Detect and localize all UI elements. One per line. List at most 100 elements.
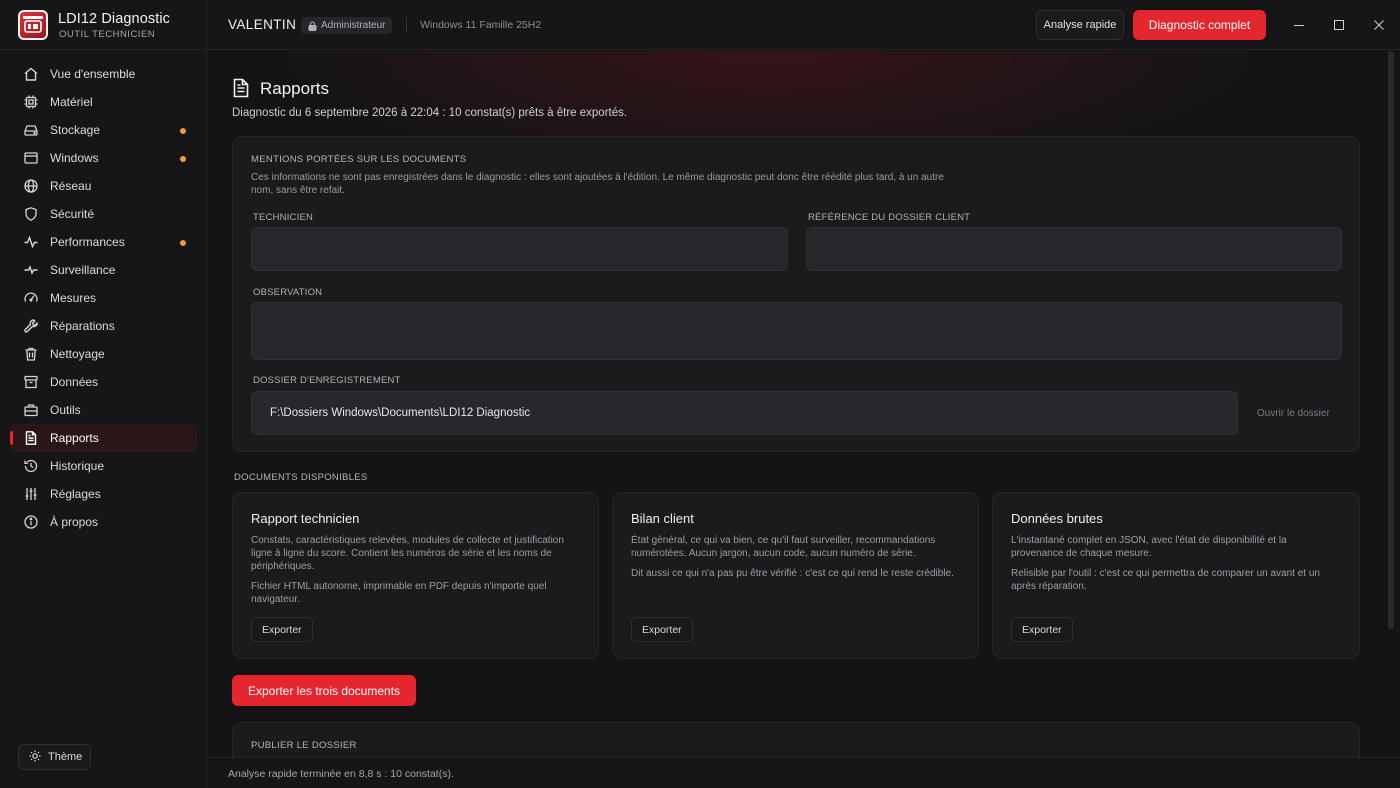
help-text-line: Ces informations ne sont pas enregistrée… — [251, 172, 944, 183]
topbar: VALENTIN Administrateur Windows 11 Famil… — [208, 0, 1400, 50]
sidebar-item-windows[interactable]: Windows — [10, 144, 197, 172]
shield-icon — [22, 205, 40, 223]
role-badge: Administrateur — [301, 17, 393, 37]
theme-label: Thème — [48, 751, 83, 763]
export-raw-data-button[interactable]: Exporter — [1011, 617, 1073, 642]
sliders-icon — [22, 485, 40, 503]
user-name: VALENTIN — [228, 17, 297, 32]
sidebar-item-outils[interactable]: Outils — [10, 396, 197, 424]
sidebar-item-surveillance[interactable]: Surveillance — [10, 256, 197, 284]
info-icon — [22, 513, 40, 531]
sidebar-item-mesures[interactable]: Mesures — [10, 284, 197, 312]
export-all-documents-button[interactable]: Exporter les trois documents — [232, 675, 416, 706]
trash-icon — [22, 345, 40, 363]
archive-icon — [22, 373, 40, 391]
sidebar-item-label: Mesures — [50, 291, 97, 305]
doc-title: Bilan client — [631, 511, 694, 526]
sidebar-item-rapports[interactable]: Rapports — [10, 424, 197, 452]
sidebar-item-materiel[interactable]: Matériel — [10, 88, 197, 116]
help-text-line: nom, sans être refait. — [251, 185, 345, 196]
sidebar-item-label: Outils — [50, 403, 81, 417]
doc-description: L'instantané complet en JSON, avec l'éta… — [1011, 535, 1287, 546]
sidebar-item-label: Vue d'ensemble — [50, 67, 136, 81]
chip-icon — [22, 93, 40, 111]
warning-dot — [180, 240, 186, 246]
doc-card-raw-data: Données brutes L'instantané complet en J… — [992, 492, 1360, 659]
folder-label: DOSSIER D'ENREGISTREMENT — [253, 375, 401, 386]
sidebar-item-performances[interactable]: Performances — [10, 228, 197, 256]
sidebar-item-vue-ensemble[interactable]: Vue d'ensemble — [10, 60, 197, 88]
home-icon — [22, 65, 40, 83]
client-reference-input[interactable] — [806, 227, 1342, 271]
doc-card-client-summary: Bilan client État général, ce qui va bie… — [612, 492, 979, 659]
observation-label: OBSERVATION — [253, 287, 323, 298]
sidebar-item-label: Historique — [50, 459, 105, 473]
technician-input[interactable] — [251, 227, 788, 271]
brand: LDI12 Diagnostic OUTIL TECHNICIEN — [0, 0, 207, 50]
app-logo-icon — [18, 10, 48, 40]
reference-label: RÉFÉRENCE DU DOSSIER CLIENT — [808, 212, 971, 223]
doc-title: Données brutes — [1011, 511, 1103, 526]
document-icon — [232, 78, 250, 101]
publish-card: PUBLIER LE DOSSIER — [232, 722, 1360, 757]
sidebar-item-securite[interactable]: Sécurité — [10, 200, 197, 228]
topbar-divider — [406, 17, 407, 33]
sun-icon — [29, 750, 41, 765]
close-icon[interactable] — [1370, 16, 1388, 34]
window-icon — [22, 149, 40, 167]
sidebar-item-reparations[interactable]: Réparations — [10, 312, 197, 340]
doc-description: Relisible par l'outil : c'est ce qui per… — [1011, 568, 1320, 579]
sidebar-item-reseau[interactable]: Réseau — [10, 172, 197, 200]
globe-icon — [22, 177, 40, 195]
observation-textarea[interactable] — [251, 302, 1342, 360]
document-icon — [22, 429, 40, 447]
scrollbar[interactable] — [1388, 51, 1394, 629]
sidebar-item-label: Matériel — [50, 95, 93, 109]
warning-dot — [180, 156, 186, 162]
open-folder-button[interactable]: Ouvrir le dossier — [1257, 408, 1330, 419]
documents-heading: DOCUMENTS DISPONIBLES — [234, 472, 368, 483]
publish-heading: PUBLIER LE DOSSIER — [251, 740, 357, 751]
sidebar-item-donnees[interactable]: Données — [10, 368, 197, 396]
sidebar-item-label: Windows — [50, 151, 99, 165]
doc-description: numérotées. Aucun jargon, aucun code, au… — [631, 548, 916, 559]
heartbeat-icon — [22, 261, 40, 279]
save-folder-input[interactable]: F:\Dossiers Windows\Documents\LDI12 Diag… — [251, 391, 1238, 435]
doc-title: Rapport technicien — [251, 511, 360, 526]
sidebar-item-reglages[interactable]: Réglages — [10, 480, 197, 508]
sidebar-item-label: Réparations — [50, 319, 115, 333]
sidebar-item-a-propos[interactable]: À propos — [10, 508, 197, 536]
page-title: Rapports — [260, 79, 329, 98]
doc-description: périphériques. — [251, 561, 315, 572]
sidebar-item-historique[interactable]: Historique — [10, 452, 197, 480]
sidebar-item-label: À propos — [50, 515, 99, 529]
sidebar-item-label: Nettoyage — [50, 347, 105, 361]
sidebar: LDI12 Diagnostic OUTIL TECHNICIEN Vue d'… — [0, 0, 207, 788]
sidebar-item-label: Réseau — [50, 179, 92, 193]
doc-description: navigateur. — [251, 594, 300, 605]
sidebar-nav: Vue d'ensemble Matériel Stockage Windows… — [10, 60, 197, 536]
doc-description: après réparation. — [1011, 581, 1087, 592]
gauge-icon — [22, 289, 40, 307]
lock-icon — [308, 20, 317, 37]
status-bar: Analyse rapide terminée en 8,8 s : 10 co… — [208, 757, 1400, 788]
sidebar-item-nettoyage[interactable]: Nettoyage — [10, 340, 197, 368]
minimize-icon[interactable] — [1290, 16, 1308, 34]
main-content: Rapports Diagnostic du 6 septembre 2026 … — [208, 51, 1400, 757]
drive-icon — [22, 121, 40, 139]
maximize-icon[interactable] — [1330, 16, 1348, 34]
doc-description: État général, ce qui va bien, ce qu'il f… — [631, 535, 936, 546]
quick-analysis-button[interactable]: Analyse rapide — [1036, 10, 1124, 40]
export-client-summary-button[interactable]: Exporter — [631, 617, 693, 642]
full-diagnostic-button[interactable]: Diagnostic complet — [1133, 10, 1266, 40]
sidebar-item-label: Surveillance — [50, 263, 116, 277]
history-icon — [22, 457, 40, 475]
sidebar-item-label: Réglages — [50, 487, 101, 501]
export-technician-report-button[interactable]: Exporter — [251, 617, 313, 642]
sidebar-item-label: Sécurité — [50, 207, 95, 221]
warning-dot — [180, 128, 186, 134]
doc-description: Constats, caractéristiques relevées, mod… — [251, 535, 564, 546]
pulse-icon — [22, 233, 40, 251]
theme-button[interactable]: Thème — [18, 744, 91, 770]
sidebar-item-stockage[interactable]: Stockage — [10, 116, 197, 144]
